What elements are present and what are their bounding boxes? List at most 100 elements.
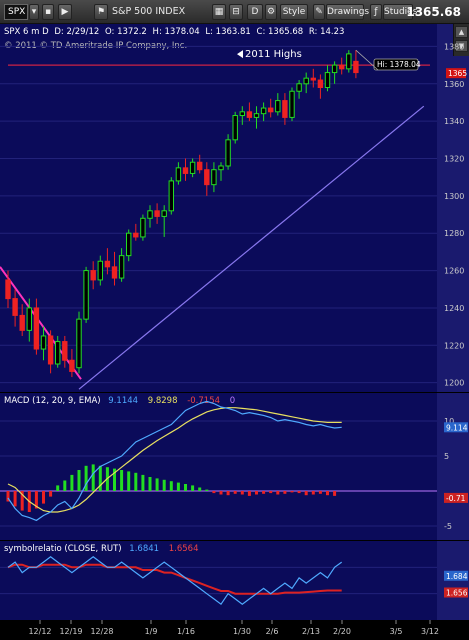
candle-body bbox=[317, 79, 324, 89]
macd-axis-label: -5 bbox=[444, 522, 452, 531]
macd-histogram-bar bbox=[120, 470, 124, 491]
candle-body bbox=[289, 90, 295, 118]
macd-histogram-bar bbox=[184, 484, 187, 491]
candle bbox=[239, 106, 246, 125]
macd-histogram-bar bbox=[333, 491, 337, 496]
candle-body bbox=[40, 335, 47, 350]
candle-body bbox=[55, 341, 61, 365]
candle bbox=[62, 335, 68, 368]
macd-histogram-bar bbox=[141, 474, 145, 491]
candle-body bbox=[331, 64, 338, 74]
macd-histogram-bar bbox=[155, 478, 159, 491]
candle-body bbox=[168, 180, 175, 212]
macd-histogram-bar bbox=[205, 489, 209, 491]
macd-axis-label: 5 bbox=[444, 452, 449, 461]
candle-body bbox=[218, 165, 224, 171]
x-axis-label: 12/28 bbox=[90, 627, 113, 636]
candle-body bbox=[90, 270, 96, 281]
macd-histogram-bar bbox=[290, 491, 294, 493]
macd-histogram-bar bbox=[262, 491, 266, 494]
candle bbox=[12, 289, 18, 327]
candle bbox=[211, 162, 217, 193]
candle-body bbox=[197, 161, 203, 171]
candle-body bbox=[154, 210, 160, 217]
candle-body bbox=[189, 161, 196, 174]
price-axis-label: 1300 bbox=[444, 192, 464, 201]
hi-callout-label: Hi: 1378.04 bbox=[377, 60, 421, 69]
downtrend-line bbox=[0, 266, 82, 380]
macd-histogram-bar bbox=[212, 491, 216, 494]
macd-histogram-bar bbox=[77, 470, 81, 491]
candle-body bbox=[76, 318, 82, 369]
candle-body bbox=[268, 107, 274, 113]
candle bbox=[126, 229, 132, 262]
macd-histogram-bar bbox=[233, 491, 237, 494]
candle bbox=[182, 158, 189, 181]
price-axis-label: 1240 bbox=[444, 304, 464, 313]
macd-histogram-bar bbox=[13, 491, 17, 507]
macd-histogram-bar bbox=[283, 491, 287, 494]
relation-badge-2-label: 1.656 bbox=[446, 589, 468, 598]
x-axis-label: 3/5 bbox=[390, 627, 403, 636]
candle-body bbox=[303, 77, 309, 85]
macd-histogram-bar bbox=[162, 479, 166, 491]
candle-body bbox=[296, 83, 302, 92]
price-axis-label: 1220 bbox=[444, 341, 464, 350]
candle-body bbox=[204, 169, 210, 186]
candle-body bbox=[346, 53, 352, 70]
macd-histogram-bar bbox=[240, 491, 244, 495]
price-axis-label: 1200 bbox=[444, 379, 464, 388]
macd-histogram-bar bbox=[42, 491, 45, 504]
x-axis-label: 3/12 bbox=[421, 627, 439, 636]
candle-body bbox=[12, 298, 18, 316]
macd-histogram-bar bbox=[269, 491, 273, 494]
price-axis-label: 1380 bbox=[444, 42, 464, 51]
candle bbox=[140, 214, 146, 241]
candle bbox=[232, 111, 238, 144]
x-axis-label: 2/20 bbox=[333, 627, 351, 636]
candle-body bbox=[111, 266, 118, 279]
x-axis-label: 1/9 bbox=[145, 627, 158, 636]
candle bbox=[218, 162, 224, 181]
candle bbox=[331, 61, 338, 84]
candle-body bbox=[62, 341, 68, 361]
candle-body bbox=[19, 314, 25, 331]
candle bbox=[260, 102, 267, 122]
candle bbox=[90, 261, 96, 290]
candle bbox=[189, 158, 196, 178]
relation-badge-1-label: 1.684 bbox=[446, 572, 468, 581]
candle bbox=[246, 102, 253, 122]
candle-body bbox=[310, 77, 317, 81]
candle-body bbox=[104, 260, 111, 268]
candle bbox=[204, 162, 210, 196]
candle-body bbox=[5, 279, 11, 300]
candle bbox=[346, 50, 352, 73]
candle-body bbox=[33, 307, 40, 350]
price-axis-label: 1340 bbox=[444, 117, 464, 126]
candle-body bbox=[239, 111, 246, 117]
macd-histogram-bar bbox=[311, 491, 315, 495]
candle bbox=[303, 72, 309, 94]
candle bbox=[111, 251, 118, 286]
macd-histogram-bar bbox=[127, 471, 131, 491]
candle-body bbox=[69, 359, 75, 372]
macd-histogram-bar bbox=[134, 472, 138, 491]
candle bbox=[296, 80, 302, 99]
macd-histogram-bar bbox=[148, 477, 152, 491]
macd-signal-line bbox=[7, 407, 342, 513]
candle bbox=[197, 154, 203, 174]
macd-histogram-bar bbox=[226, 491, 230, 496]
candle-body bbox=[47, 335, 54, 365]
candle-body bbox=[282, 100, 288, 118]
macd-histogram-bar bbox=[326, 491, 329, 496]
candle bbox=[175, 162, 182, 185]
candle bbox=[339, 57, 345, 75]
candle bbox=[69, 349, 75, 378]
candle-body bbox=[225, 139, 231, 167]
candle-body bbox=[118, 255, 125, 279]
macd-histogram-bar bbox=[49, 491, 53, 497]
macd-histogram-bar bbox=[297, 491, 301, 494]
candle bbox=[40, 326, 47, 361]
candle-body bbox=[175, 167, 182, 182]
x-axis-label: 2/13 bbox=[302, 627, 320, 636]
